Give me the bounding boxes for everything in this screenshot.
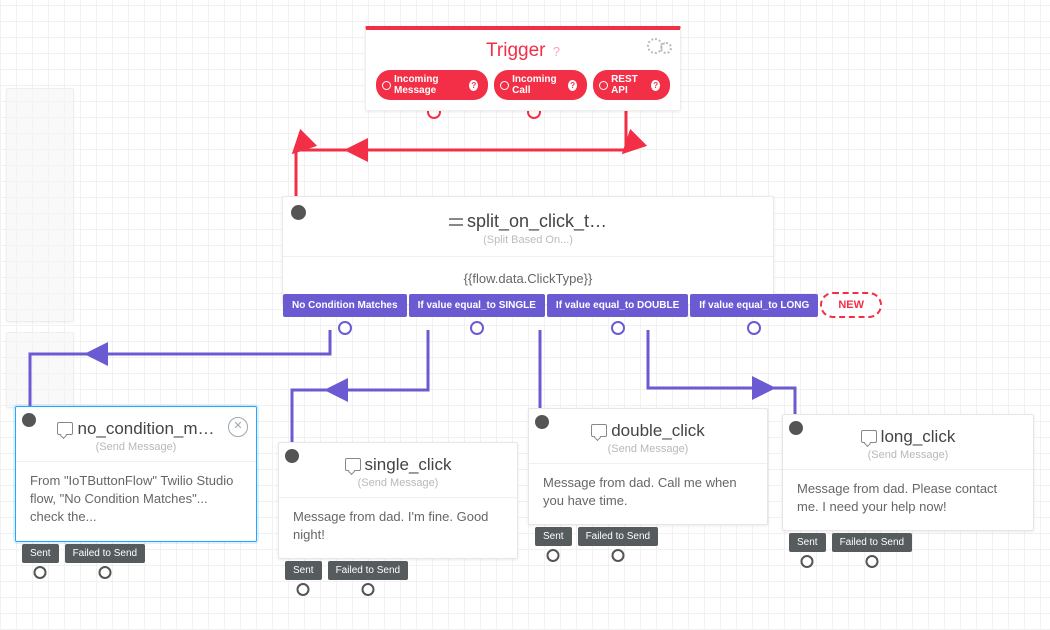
widget-title: split_on_click_t… [283, 197, 773, 234]
event-label: REST API [611, 74, 647, 96]
chat-icon [591, 424, 607, 437]
widget-subtitle: (Split Based On...) [283, 234, 773, 257]
split-icon [449, 216, 463, 228]
port-sent[interactable]: Sent [22, 544, 59, 563]
widget-double-click[interactable]: double_click (Send Message) Message from… [528, 408, 768, 525]
widget-body: From "IoTButtonFlow" Twilio Studio flow,… [16, 462, 256, 541]
port-failed[interactable]: Failed to Send [578, 527, 659, 546]
widget-body: Message from dad. Please contact me. I n… [783, 470, 1033, 530]
trigger-event-incoming-message[interactable]: Incoming Message? [376, 70, 488, 100]
chat-icon [345, 458, 361, 471]
trigger-event-rest-api[interactable]: REST API? [593, 70, 670, 100]
close-icon[interactable]: ✕ [228, 417, 248, 437]
widget-subtitle: (Send Message) [279, 477, 517, 498]
input-port[interactable] [291, 205, 306, 220]
event-label: Incoming Message [394, 74, 465, 96]
widget-title: no_condition_m… [16, 407, 256, 441]
help-icon[interactable]: ? [553, 44, 560, 59]
branch-double[interactable]: If value equal_to DOUBLE [547, 294, 688, 317]
event-label: Incoming Call [512, 74, 564, 96]
port-sent[interactable]: Sent [285, 561, 322, 580]
widget-long-click[interactable]: long_click (Send Message) Message from d… [782, 414, 1034, 531]
port-failed[interactable]: Failed to Send [65, 544, 146, 563]
input-port[interactable] [285, 449, 299, 463]
input-port[interactable] [22, 413, 36, 427]
widget-no-condition[interactable]: ✕ no_condition_m… (Send Message) From "I… [15, 406, 257, 542]
widget-title: long_click [783, 415, 1033, 449]
widget-single-click[interactable]: single_click (Send Message) Message from… [278, 442, 518, 559]
widget-body: Message from dad. Call me when you have … [529, 464, 767, 524]
widget-body: Message from dad. I'm fine. Good night! [279, 498, 517, 558]
chat-icon [861, 430, 877, 443]
trigger-widget[interactable]: Trigger ? Incoming Message? Incoming Cal… [365, 26, 681, 111]
port-failed[interactable]: Failed to Send [832, 533, 913, 552]
add-branch-button[interactable]: NEW [820, 292, 882, 318]
ghost-card [6, 88, 74, 322]
trigger-title-text: Trigger [486, 40, 545, 61]
help-icon[interactable]: ? [651, 80, 660, 91]
widget-title: single_click [279, 443, 517, 477]
branch-single[interactable]: If value equal_to SINGLE [409, 294, 545, 317]
branch-no-condition[interactable]: No Condition Matches [283, 294, 407, 317]
help-icon[interactable]: ? [568, 80, 577, 91]
ghost-card [6, 332, 74, 408]
trigger-title: Trigger ? [366, 30, 680, 70]
chat-icon [57, 422, 73, 435]
port-sent[interactable]: Sent [789, 533, 826, 552]
branch-long[interactable]: If value equal_to LONG [690, 294, 818, 317]
widget-subtitle: (Send Message) [16, 441, 256, 462]
help-icon[interactable]: ? [469, 80, 478, 91]
widget-subtitle: (Send Message) [529, 443, 767, 464]
trigger-event-incoming-call[interactable]: Incoming Call? [494, 70, 587, 100]
split-widget[interactable]: split_on_click_t… (Split Based On...) {{… [282, 196, 774, 305]
port-failed[interactable]: Failed to Send [328, 561, 409, 580]
port-sent[interactable]: Sent [535, 527, 572, 546]
gear-icon[interactable] [647, 38, 672, 57]
input-port[interactable] [535, 415, 549, 429]
widget-title: double_click [529, 409, 767, 443]
input-port[interactable] [789, 421, 803, 435]
widget-subtitle: (Send Message) [783, 449, 1033, 470]
